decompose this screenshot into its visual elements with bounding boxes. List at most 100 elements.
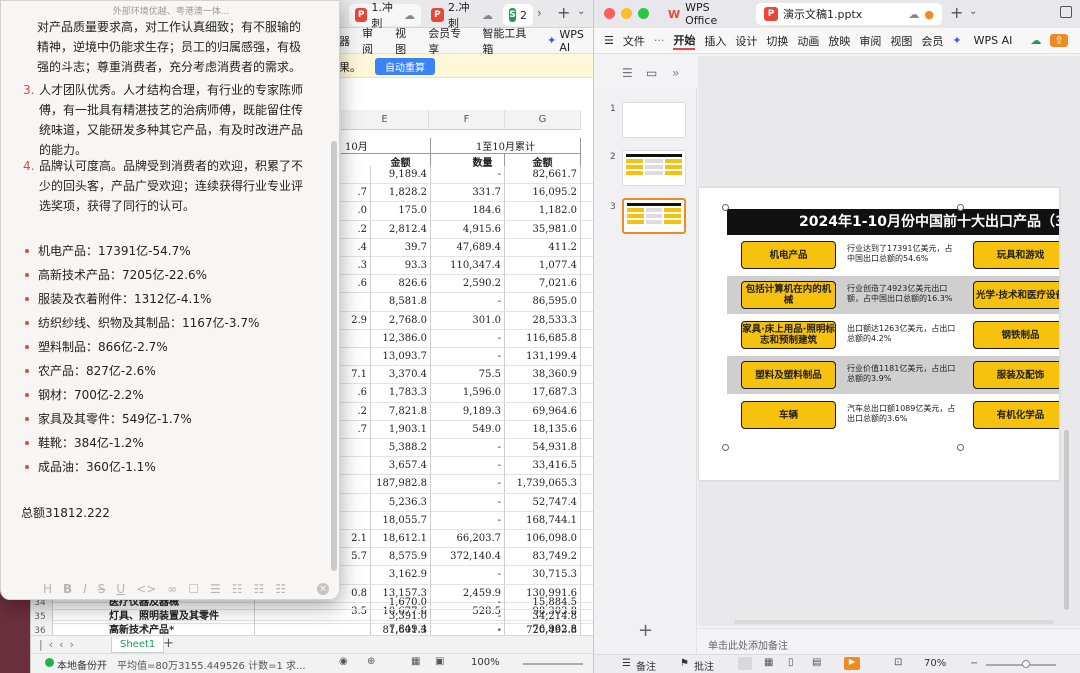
table-cell[interactable]: .2 xyxy=(341,402,371,421)
table-cell[interactable]: .4 xyxy=(341,238,371,257)
table-cell[interactable]: 2.9 xyxy=(341,311,371,330)
zoom-level[interactable]: 100% xyxy=(471,657,500,668)
maximize-window-icon[interactable] xyxy=(638,8,649,19)
table-cell[interactable]: 184.6 xyxy=(431,202,505,221)
menu-item-review[interactable]: 审阅 xyxy=(859,33,881,49)
tab-wps-office[interactable]: W WPS Office xyxy=(660,1,752,27)
notes-toggle-icon[interactable]: ☰ xyxy=(622,658,631,669)
column-header-e[interactable]: E xyxy=(341,110,429,130)
table-cell[interactable] xyxy=(341,493,371,512)
table-cell[interactable]: 93.3 xyxy=(371,257,431,275)
zoom-out-icon[interactable]: − xyxy=(970,658,978,669)
indent-icon[interactable]: ☷ xyxy=(275,582,286,596)
hamburger-icon[interactable]: ☰ xyxy=(604,34,614,47)
table-cell[interactable]: 28,533.3 xyxy=(505,311,581,330)
add-tab-icon[interactable]: + xyxy=(950,3,963,22)
normal-view-icon[interactable] xyxy=(738,657,752,670)
comment-icon[interactable]: ⚑ xyxy=(680,658,689,669)
checkbox-icon[interactable]: ☐ xyxy=(188,582,199,596)
table-cell[interactable]: 7,821.8 xyxy=(371,402,431,421)
table-cell[interactable]: 5,236.3 xyxy=(371,493,431,512)
table-cell[interactable]: - xyxy=(431,457,505,476)
product-description[interactable]: 汽车总出口额1089亿美元，占出口总额的3.6% xyxy=(847,404,957,424)
table-cell[interactable] xyxy=(341,457,371,476)
slide-thumbnail-1[interactable] xyxy=(622,102,686,138)
slide-3[interactable]: 2024年1-10月份中国前十大出口产品（318 机电产品 行业达到了17391亿… xyxy=(699,188,1059,480)
resize-handle[interactable] xyxy=(957,444,964,451)
code-icon[interactable]: <> xyxy=(136,582,156,596)
outline-view-icon[interactable]: ▤ xyxy=(812,657,821,668)
table-cell[interactable]: .0 xyxy=(341,202,371,221)
table-cell[interactable]: - xyxy=(431,439,505,457)
table-cell[interactable]: 82,661.7 xyxy=(505,166,581,184)
product-label-left[interactable]: 塑料及塑料制品 xyxy=(741,361,836,389)
product-label-right[interactable]: 有机化学品 xyxy=(973,401,1059,429)
sorter-view-icon[interactable]: ▦ xyxy=(764,657,773,668)
menu-item-animation[interactable]: 动画 xyxy=(797,33,819,49)
grid-view-icon[interactable]: ▦ xyxy=(411,656,420,667)
table-cell[interactable]: - xyxy=(431,493,505,512)
table-cell[interactable]: 175.0 xyxy=(371,202,431,221)
sheet-tab-sheet1[interactable]: Sheet1 xyxy=(111,637,165,653)
table-cell[interactable]: 7.1 xyxy=(341,366,371,385)
table-cell[interactable]: - xyxy=(431,475,505,494)
table-cell[interactable]: 2,768.0 xyxy=(371,311,431,330)
table-cell[interactable]: 灯具、照明装置及其零件 xyxy=(105,610,255,624)
resize-handle[interactable] xyxy=(957,204,964,211)
window-layout-icon[interactable] xyxy=(1060,6,1072,18)
table-cell[interactable] xyxy=(341,329,371,348)
table-cell[interactable]: 39.7 xyxy=(371,238,431,257)
table-cell[interactable]: 187,982.8 xyxy=(371,475,431,494)
table-cell[interactable]: 1,739,065.3 xyxy=(505,475,581,494)
row-number[interactable]: 35 xyxy=(31,610,53,624)
product-label-left[interactable]: 家具·床上用品·照明标志和预制建筑 xyxy=(741,321,836,349)
slide-thumbnail-2[interactable] xyxy=(622,150,686,186)
table-cell[interactable]: 7,021.6 xyxy=(505,275,581,294)
close-icon[interactable]: × xyxy=(317,583,330,595)
table-cell[interactable]: 131,199.4 xyxy=(505,348,581,366)
product-label-left[interactable]: 机电产品 xyxy=(741,241,836,269)
table-cell[interactable]: 411.2 xyxy=(505,238,581,257)
table-cell[interactable] xyxy=(341,511,371,530)
table-cell[interactable]: 5.7 xyxy=(341,548,371,567)
slide-horizontal-scrollbar[interactable] xyxy=(734,620,1054,624)
slide-thumbnail-3[interactable] xyxy=(622,198,686,234)
zoom-slider[interactable] xyxy=(523,663,583,665)
menu-item-insert[interactable]: 插入 xyxy=(704,33,726,49)
cloud-sync-icon[interactable]: ☁ xyxy=(1030,34,1041,47)
table-cell[interactable]: 5,388.2 xyxy=(371,439,431,457)
table-cell[interactable]: 13,093.7 xyxy=(371,348,431,366)
comment-label[interactable]: 批注 xyxy=(694,658,714,673)
speaker-notes-bar[interactable]: 单击此处添加备注 xyxy=(698,628,1080,654)
table-cell[interactable]: .7 xyxy=(341,184,371,203)
table-cell[interactable]: 301.0 xyxy=(431,311,505,330)
table-cell[interactable] xyxy=(341,166,371,184)
table-cell[interactable]: 33,416.5 xyxy=(505,457,581,476)
chevron-down-icon[interactable]: ⌄ xyxy=(969,6,977,17)
menu-item-review[interactable]: 审阅 xyxy=(362,25,383,57)
link-icon[interactable]: ∞ xyxy=(167,582,177,596)
table-cell[interactable]: 1,596.0 xyxy=(431,384,505,403)
table-cell[interactable]: 18,055.7 xyxy=(371,511,431,530)
menu-item-toolbox[interactable]: 智能工具箱 xyxy=(482,25,535,57)
minimize-window-icon[interactable] xyxy=(621,8,632,19)
table-cell[interactable]: 75.5 xyxy=(431,366,505,385)
table-cell[interactable]: 3,391.0 xyxy=(371,610,431,624)
table-cell[interactable]: - xyxy=(431,610,505,624)
table-cell[interactable]: 4,915.6 xyxy=(431,220,505,239)
table-cell[interactable]: .6 xyxy=(341,384,371,403)
table-cell[interactable]: - xyxy=(431,348,505,366)
table-cell[interactable]: 86,595.0 xyxy=(505,293,581,312)
menu-item-design[interactable]: 设计 xyxy=(735,33,757,49)
product-description[interactable]: 出口额达1263亿美元，占出口总额的4.2% xyxy=(847,324,957,344)
table-cell[interactable]: .3 xyxy=(341,257,371,275)
table-cell[interactable]: 69,964.6 xyxy=(505,402,581,421)
table-cell[interactable]: 15,884.5 xyxy=(505,596,581,610)
table-cell[interactable] xyxy=(341,439,371,457)
table-cell[interactable]: 331.7 xyxy=(431,184,505,203)
product-description[interactable]: 行业价值1181亿美元，占出口总额的3.9% xyxy=(847,364,957,384)
zoom-slider[interactable] xyxy=(986,664,1056,666)
resize-handle[interactable] xyxy=(722,204,729,211)
bold-icon[interactable]: B xyxy=(63,582,72,596)
table-cell[interactable]: 1,903.1 xyxy=(371,420,431,439)
